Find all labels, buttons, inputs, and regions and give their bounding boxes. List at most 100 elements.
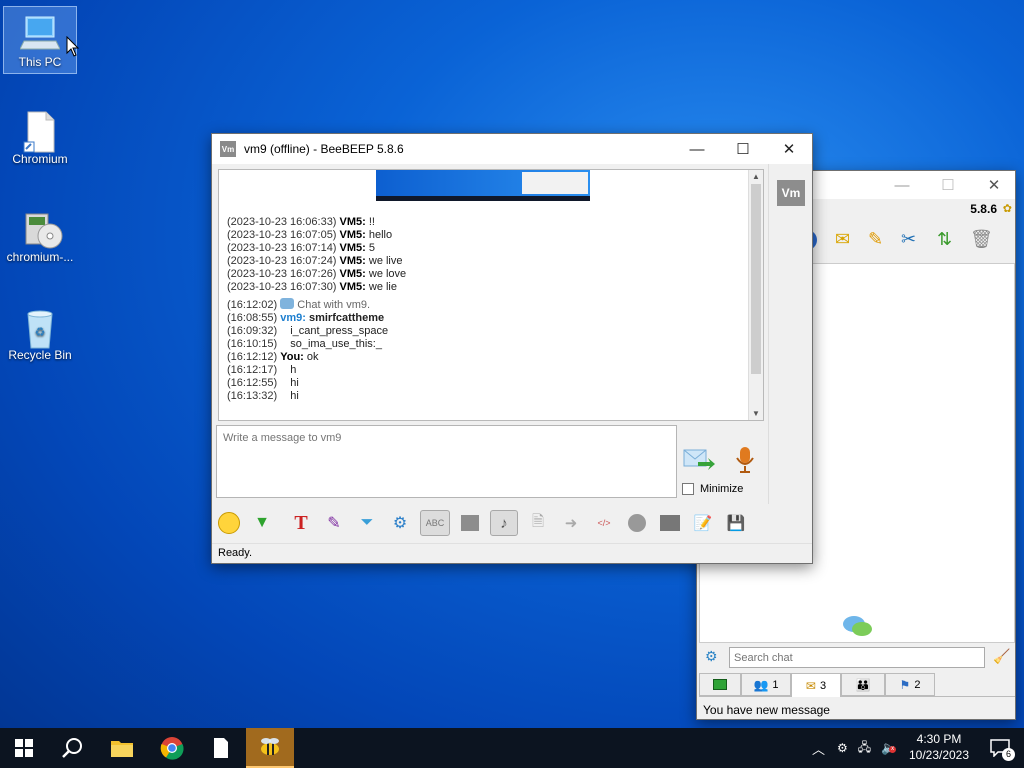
system-message-text: Chat with vm9. xyxy=(297,299,371,311)
message-timestamp: (16:13:32) xyxy=(227,390,278,402)
maximize-button[interactable]: ☐ xyxy=(925,171,971,199)
desktop-icon-label: Recycle Bin xyxy=(8,348,72,362)
chat-window-titlebar[interactable]: Vm vm9 (offline) - BeeBEEP 5.8.6 — ☐ ✕ xyxy=(212,134,812,164)
chromium-taskbar-button[interactable] xyxy=(148,728,196,768)
message-text: ok xyxy=(306,351,319,363)
chat-window[interactable]: Vm vm9 (offline) - BeeBEEP 5.8.6 — ☐ ✕ (… xyxy=(211,133,813,564)
message-text: !! xyxy=(368,216,375,228)
blank-document-icon xyxy=(214,738,228,758)
action-center-button[interactable]: 6 xyxy=(980,728,1020,768)
message-text: i_cant_press_space xyxy=(290,325,389,337)
html-button[interactable]: </> xyxy=(591,510,617,536)
send-message-icon xyxy=(683,449,715,470)
clock[interactable]: 4:30 PM 10/23/2023 xyxy=(903,731,975,763)
show-hidden-icons-chevron-icon[interactable]: ︿ xyxy=(812,739,825,758)
minimize-button[interactable]: — xyxy=(674,134,720,164)
font-button[interactable]: T xyxy=(288,510,314,536)
chat-message-line: (16:10:15) so_ima_use_this:_ xyxy=(227,338,382,350)
minimize-button[interactable]: — xyxy=(879,171,925,199)
clear-broom-icon[interactable]: 🧹 xyxy=(993,648,1010,665)
search-button[interactable] xyxy=(48,728,96,768)
message-timestamp: (16:12:17) xyxy=(227,364,278,376)
voice-message-button[interactable] xyxy=(734,446,756,474)
spellcheck-button[interactable]: ABC xyxy=(420,510,450,536)
filter-button[interactable]: ⏷ xyxy=(354,510,380,536)
tab-chats[interactable]: ✉ 3 xyxy=(791,673,841,697)
trash-icon[interactable]: 🗑 xyxy=(970,229,994,251)
chat-message-line: (16:09:32) i_cant_press_space xyxy=(227,325,388,337)
security-icon[interactable]: ⚙ xyxy=(837,741,848,755)
tab-users[interactable]: 👥 1 xyxy=(741,673,791,696)
scroll-thumb[interactable] xyxy=(751,184,761,374)
message-sender: VM5: xyxy=(339,216,366,228)
message-sender: vm9: xyxy=(280,312,306,324)
font-color-button[interactable]: ✎ xyxy=(321,510,347,536)
desktop-icon-chromium-installer[interactable]: chromium-... xyxy=(3,202,77,264)
message-input-box[interactable] xyxy=(216,425,677,498)
chat-side-panel: Vm xyxy=(768,164,812,504)
screenshot-button[interactable] xyxy=(657,510,683,536)
file-icon xyxy=(20,110,60,153)
shares-icon: ⚑ xyxy=(899,677,911,692)
minimize-checkbox[interactable] xyxy=(682,483,694,495)
clock-icon xyxy=(628,514,646,532)
font-icon: T xyxy=(294,511,308,534)
expand-button[interactable]: ▼ xyxy=(249,510,275,536)
save-button[interactable]: 💾 xyxy=(723,510,749,536)
maximize-button[interactable]: ☐ xyxy=(720,134,766,164)
chat-window-title: vm9 (offline) - BeeBEEP 5.8.6 xyxy=(244,142,404,156)
chat-message-line: (2023-10-23 16:07:24) VM5: we live xyxy=(227,255,403,267)
message-text: we live xyxy=(368,255,403,267)
message-text: hello xyxy=(368,229,393,241)
installer-icon xyxy=(20,208,63,249)
search-chat-input[interactable] xyxy=(729,647,985,668)
scroll-up-arrow[interactable]: ▲ xyxy=(752,172,760,181)
update-icon[interactable]: ⇅ xyxy=(937,229,961,251)
volume-muted-icon[interactable]: 🔈x xyxy=(881,740,897,756)
desktop-icon-chromium[interactable]: Chromium xyxy=(3,104,77,166)
chat-status-bar: Ready. xyxy=(212,543,812,563)
main-tabs: 👥 1 ✉ 3 👪 ⚑ 2 xyxy=(699,673,1015,697)
shared-screenshot-thumbnail[interactable] xyxy=(376,170,590,201)
tab-groups[interactable]: 👪 xyxy=(841,673,885,696)
sound-button[interactable]: ♪ xyxy=(490,510,518,536)
network-tray-icon[interactable]: 🖧 xyxy=(858,738,871,759)
emoticon-button[interactable] xyxy=(216,510,242,536)
tools-icon[interactable]: ✂ xyxy=(901,229,925,251)
send-button[interactable] xyxy=(682,446,716,474)
microphone-icon xyxy=(736,447,754,473)
close-button[interactable]: ✕ xyxy=(766,134,812,164)
settings-button[interactable]: ⚙ xyxy=(387,510,413,536)
beebeep-taskbar-button[interactable] xyxy=(246,728,294,768)
tab-shares[interactable]: ⚑ 2 xyxy=(885,673,935,696)
word-complete-button[interactable] xyxy=(457,510,483,536)
blank-file-taskbar-button[interactable] xyxy=(197,728,245,768)
close-button[interactable]: ✕ xyxy=(971,171,1017,199)
forward-button[interactable]: ➜ xyxy=(558,510,584,536)
message-sender: VM5: xyxy=(339,268,366,280)
chat-scrollbar[interactable]: ▲ ▼ xyxy=(748,170,763,420)
settings-gear-icon[interactable]: ⚙ xyxy=(705,648,718,665)
message-input[interactable] xyxy=(217,426,676,450)
notes-button[interactable]: 📝 xyxy=(690,510,716,536)
file-explorer-button[interactable] xyxy=(98,728,146,768)
chat-message-line: (16:12:17) h xyxy=(227,364,296,376)
save-chat-button[interactable]: 🗎 xyxy=(525,510,551,536)
start-button[interactable] xyxy=(0,728,48,768)
screenshot-icon xyxy=(660,515,680,531)
user-avatar[interactable]: Vm xyxy=(777,180,805,206)
scroll-down-arrow[interactable]: ▼ xyxy=(752,409,760,418)
chat-history[interactable]: (2023-10-23 16:06:33) VM5: !! (2023-10-23… xyxy=(218,169,764,421)
clock-button[interactable] xyxy=(624,510,650,536)
chat-toolbar: ▼ T ✎ ⏷ ⚙ ABC ♪ 🗎 ➜ </> 📝 💾 xyxy=(216,506,784,540)
notification-count-badge: 6 xyxy=(1002,748,1015,761)
tab-network[interactable] xyxy=(699,673,741,696)
minimize-checkbox-row[interactable]: Minimize xyxy=(682,483,743,495)
filter-icon: ⏷ xyxy=(360,514,374,531)
folder-icon xyxy=(111,741,133,757)
edit-icon[interactable]: ✎ xyxy=(868,229,892,251)
clock-time: 4:30 PM xyxy=(916,732,962,746)
desktop-icon-recycle-bin[interactable]: ♻ Recycle Bin xyxy=(3,300,77,362)
message-timestamp: (2023-10-23 16:06:33) xyxy=(227,216,337,228)
contacts-icon[interactable]: ✉ xyxy=(835,229,859,251)
